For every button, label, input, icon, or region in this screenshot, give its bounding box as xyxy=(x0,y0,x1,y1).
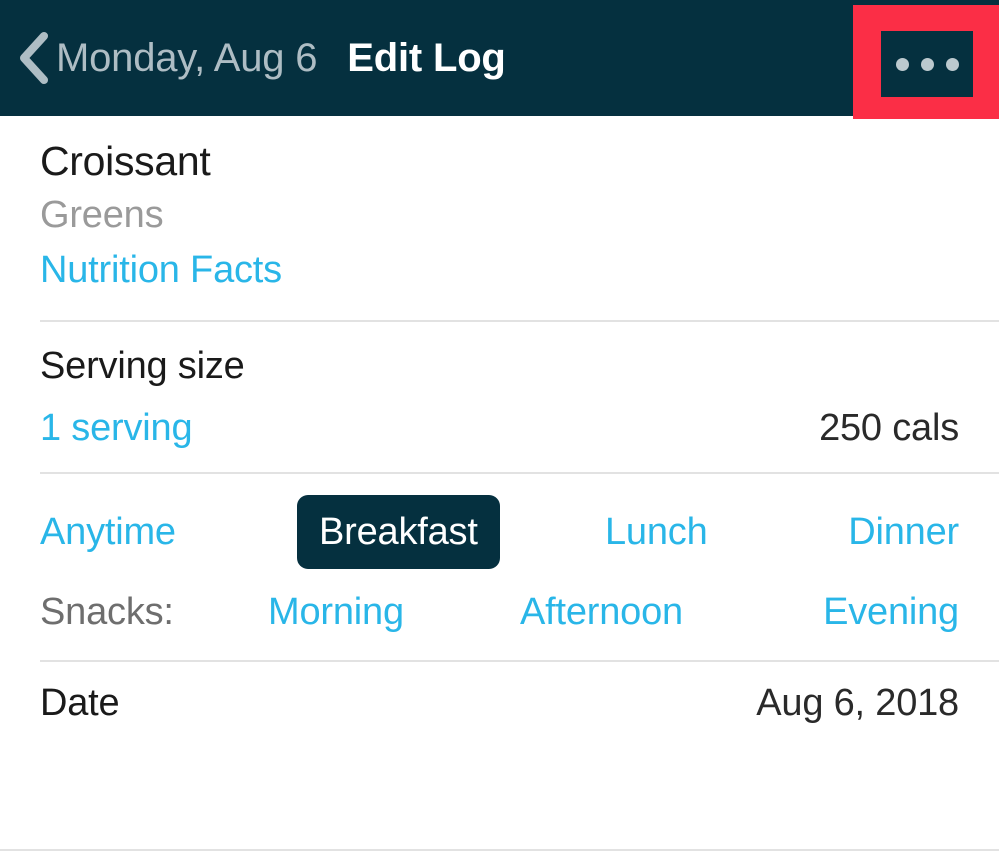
serving-size-section: Serving size 1 serving 250 cals xyxy=(0,322,999,472)
meal-option-dinner[interactable]: Dinner xyxy=(848,488,959,576)
snacks-label: Snacks: xyxy=(40,590,174,633)
page-title: Edit Log xyxy=(347,35,506,80)
divider-bottom xyxy=(0,849,999,851)
food-info-section: Croissant Greens Nutrition Facts xyxy=(0,116,999,320)
date-row[interactable]: Date Aug 6, 2018 xyxy=(40,682,959,725)
meal-options-row: Anytime Breakfast Lunch Dinner xyxy=(40,488,959,576)
more-horizontal-icon-dot-2 xyxy=(920,57,934,71)
food-brand: Greens xyxy=(40,193,164,236)
date-section: Date Aug 6, 2018 xyxy=(0,662,999,747)
snack-option-evening[interactable]: Evening xyxy=(823,576,959,648)
meal-option-lunch[interactable]: Lunch xyxy=(605,488,708,576)
serving-calories: 250 cals xyxy=(819,406,959,449)
meal-selection-section: Anytime Breakfast Lunch Dinner Snacks: M… xyxy=(0,474,999,660)
back-button-label: Monday, Aug 6 xyxy=(56,35,318,80)
date-label: Date xyxy=(40,681,120,724)
more-horizontal-icon-dot-1 xyxy=(895,57,909,71)
serving-size-label: Serving size xyxy=(40,344,245,387)
snack-options-row: Snacks: Morning Afternoon Evening xyxy=(40,576,959,648)
serving-size-value[interactable]: 1 serving xyxy=(40,407,193,450)
serving-size-row: 1 serving 250 cals xyxy=(40,407,959,450)
snack-option-afternoon[interactable]: Afternoon xyxy=(520,576,683,648)
food-name: Croissant xyxy=(40,138,211,184)
date-value: Aug 6, 2018 xyxy=(756,681,959,724)
navigation-bar: Monday, Aug 6 Edit Log xyxy=(0,0,999,119)
meal-option-anytime[interactable]: Anytime xyxy=(40,488,176,576)
edit-log-content: Croissant Greens Nutrition Facts Serving… xyxy=(0,116,999,747)
back-button[interactable]: Monday, Aug 6 xyxy=(18,0,321,116)
more-options-button[interactable] xyxy=(881,31,973,97)
nutrition-facts-link[interactable]: Nutrition Facts xyxy=(40,243,282,298)
edit-log-screen: Monday, Aug 6 Edit Log Croissant Greens … xyxy=(0,0,999,858)
snack-option-morning[interactable]: Morning xyxy=(268,576,404,648)
chevron-left-icon xyxy=(18,32,48,84)
more-horizontal-icon-dot-3 xyxy=(945,57,959,71)
meal-option-breakfast[interactable]: Breakfast xyxy=(297,494,500,569)
